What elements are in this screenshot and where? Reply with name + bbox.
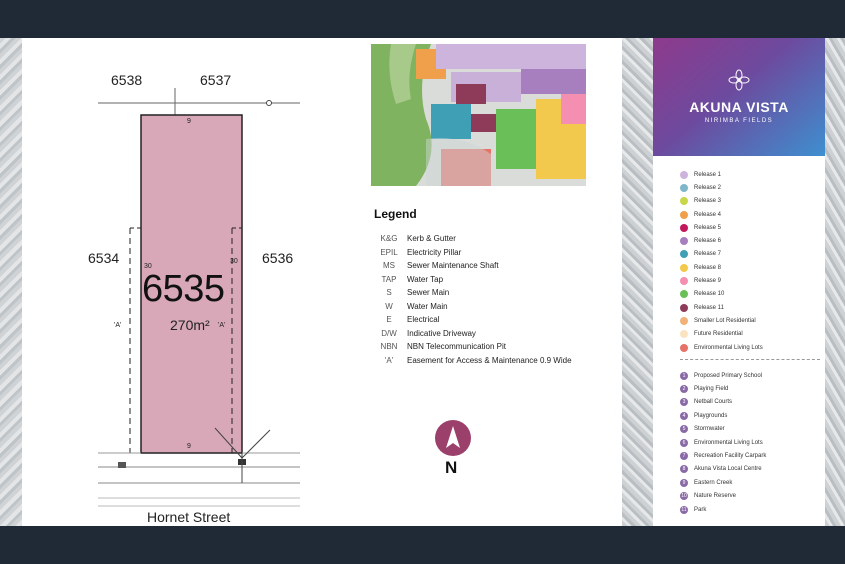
easement-label-left: 'A': [114, 322, 122, 329]
legend-item: W Water Main: [385, 301, 448, 311]
legend-item: TAP Water Tap: [381, 274, 444, 284]
amenity-item: 1 Proposed Primary School: [680, 369, 825, 382]
amenity-item: 10 Nature Reserve: [680, 492, 737, 501]
brand-subtitle: NIRIMBA FIELDS: [704, 118, 774, 124]
release-item: Release 6: [680, 234, 825, 247]
legend-title: Legend: [374, 207, 417, 221]
amenity-item: 6 Environmental Living Lots: [680, 436, 825, 449]
legend-item: 'A' Easement for Access & Maintenance 0.9…: [384, 355, 572, 365]
release-item: Release 7: [680, 248, 825, 261]
legend-item: S Sewer Main: [386, 288, 450, 297]
release-item: Release 8: [680, 261, 825, 274]
release-item: Release 4: [680, 208, 825, 221]
amenity-item: 8 Akuna Vista Local Centre: [680, 463, 825, 476]
flower-logo-icon: [728, 69, 750, 91]
release-key: Release 1 Release 2 Release 3 Release 4 …: [680, 168, 825, 354]
lot-area: 270m²: [170, 317, 210, 333]
brochure-sheet: 6538 6537 6534 6536 9 9 30 30 'A' 'A' 65…: [0, 38, 845, 526]
masterplan-map: [371, 44, 586, 186]
lot-number: 6535: [142, 268, 225, 310]
release-item: Release 11: [680, 301, 825, 314]
neighbor-lot-6538: 6538: [111, 72, 143, 88]
release-item: Release 2: [680, 181, 825, 194]
release-item: Release 5: [680, 221, 825, 234]
street-name: Hornet Street: [147, 509, 231, 525]
legend-item: D/W Indicative Driveway: [381, 328, 476, 338]
amenity-key: 1 Proposed Primary School 2 Playing Field …: [680, 369, 825, 516]
brand-name: AKUNA VISTA: [689, 99, 789, 115]
key-divider: [680, 359, 820, 360]
amenity-item: 11 Park: [680, 505, 707, 514]
aerial-photo-strip-far-right: [825, 38, 845, 526]
legend-item: MS Sewer Maintenance Shaft: [383, 261, 499, 270]
legend-item: E Electrical: [386, 315, 440, 324]
release-item: Release 1: [680, 168, 825, 181]
legend-item: EPIL Electricity Pillar: [380, 247, 462, 257]
frontage-dimension-bottom: 9: [187, 443, 191, 450]
neighbor-lot-6534: 6534: [88, 250, 120, 266]
neighbor-lot-6536: 6536: [262, 250, 294, 266]
legend-list: K&G Kerb & Gutter EPIL Electricity Pillar …: [371, 234, 601, 378]
amenity-item: 9 Eastern Creek: [680, 476, 825, 489]
release-item: Environmental Living Lots: [680, 341, 825, 354]
amenity-item: 2 Playing Field: [680, 382, 825, 395]
north-label: N: [445, 458, 458, 477]
release-item: Release 10: [680, 288, 825, 301]
easement-label-right: 'A': [218, 322, 226, 329]
neighbor-lot-6537: 6537: [200, 72, 232, 88]
amenity-item: 3 Netball Courts: [680, 396, 825, 409]
amenity-item: 5 Stormwater: [680, 423, 825, 436]
release-item: Smaller Lot Residential: [680, 314, 825, 327]
depth-dimension-right: 30: [230, 258, 238, 265]
legend-item: K&G Kerb & Gutter: [380, 234, 456, 243]
release-item: Future Residential: [680, 328, 825, 341]
release-item: Release 3: [680, 195, 825, 208]
amenity-item: 7 Recreation Facility Carpark: [680, 449, 825, 462]
amenity-item: 4 Playgrounds: [680, 409, 825, 422]
frontage-dimension-top: 9: [187, 118, 191, 125]
brand-panel: AKUNA VISTA NIRIMBA FIELDS: [653, 38, 825, 156]
north-arrow-icon: [435, 420, 471, 456]
aerial-photo-strip-right: [622, 38, 653, 526]
release-item: Release 9: [680, 274, 825, 287]
legend-item: NBN NBN Telecommunication Pit: [380, 342, 507, 351]
